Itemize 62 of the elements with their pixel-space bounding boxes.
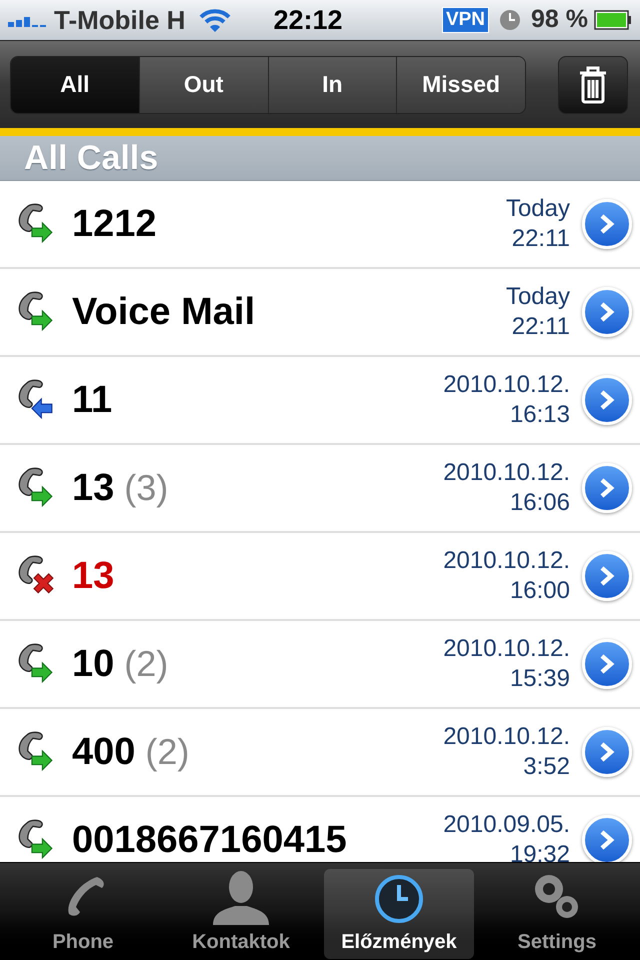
call-time: 16:06: [510, 488, 570, 518]
caller-name: 13: [72, 466, 114, 510]
delete-button[interactable]: [558, 56, 628, 114]
chevron-right-icon: [599, 389, 615, 411]
tab-bar-item[interactable]: Phone: [8, 869, 158, 959]
call-date: 2010.10.12.: [443, 458, 570, 488]
call-date: 2010.10.12.: [443, 546, 570, 576]
detail-disclosure-button[interactable]: [582, 199, 632, 249]
call-date: 2010.09.05.: [443, 810, 570, 840]
detail-disclosure-button[interactable]: [582, 551, 632, 601]
call-date: 2010.10.12.: [443, 722, 570, 752]
wifi-icon: [199, 8, 232, 32]
chevron-right-icon: [599, 741, 615, 763]
detail-disclosure-button[interactable]: [582, 287, 632, 337]
chevron-right-icon: [599, 565, 615, 587]
detail-disclosure-button[interactable]: [582, 463, 632, 513]
filter-tab[interactable]: Missed: [396, 56, 525, 112]
call-time: 22:11: [512, 312, 570, 342]
chevron-right-icon: [599, 829, 615, 851]
alarm-clock-icon: [499, 9, 522, 31]
clock-time: 22:12: [273, 4, 342, 37]
battery-percent: 98 %: [531, 4, 588, 36]
detail-disclosure-button[interactable]: [582, 375, 632, 425]
tab-bar-item[interactable]: Kontaktok: [166, 869, 316, 959]
caller-name: 0018667160415: [72, 818, 347, 862]
call-date: 2010.10.12.: [443, 370, 570, 400]
call-time: 22:11: [512, 224, 570, 254]
detail-disclosure-button[interactable]: [582, 639, 632, 689]
chevron-right-icon: [599, 653, 615, 675]
call-count: (3): [124, 466, 168, 510]
call-count: (2): [145, 730, 190, 774]
call-time: 16:13: [510, 400, 570, 430]
call-date: Today: [506, 282, 570, 312]
caller-name: 1212: [72, 202, 157, 246]
tab-bar-item[interactable]: Settings: [482, 869, 632, 959]
call-time: 19:32: [510, 840, 570, 862]
call-date: Today: [506, 194, 570, 224]
tab-bar-item[interactable]: Előzmények: [324, 869, 474, 959]
section-header: All Calls: [24, 138, 158, 178]
chevron-right-icon: [599, 477, 615, 499]
chevron-right-icon: [599, 301, 615, 323]
call-time: 16:00: [510, 576, 570, 606]
call-count: (2): [124, 642, 168, 686]
carrier-name: T-Mobile H: [54, 4, 186, 36]
call-time: 3:52: [523, 752, 570, 782]
filter-tab[interactable]: Out: [138, 56, 268, 112]
caller-name: 10: [72, 642, 114, 686]
trash-icon: [578, 64, 608, 104]
filter-tab[interactable]: All: [11, 56, 139, 112]
call-time: 15:39: [510, 664, 570, 694]
clock-icon: [373, 873, 425, 925]
filter-tab[interactable]: In: [268, 56, 396, 112]
caller-name: Voice Mail: [72, 290, 256, 334]
vpn-badge: VPN: [442, 7, 490, 33]
detail-disclosure-button[interactable]: [582, 727, 632, 777]
call-date: 2010.10.12.: [443, 634, 570, 664]
caller-name: 400: [72, 730, 136, 774]
detail-disclosure-button[interactable]: [582, 815, 632, 862]
caller-name: 13: [72, 554, 114, 598]
battery-icon: [594, 10, 632, 30]
caller-name: 11: [72, 378, 112, 422]
chevron-right-icon: [599, 213, 615, 235]
